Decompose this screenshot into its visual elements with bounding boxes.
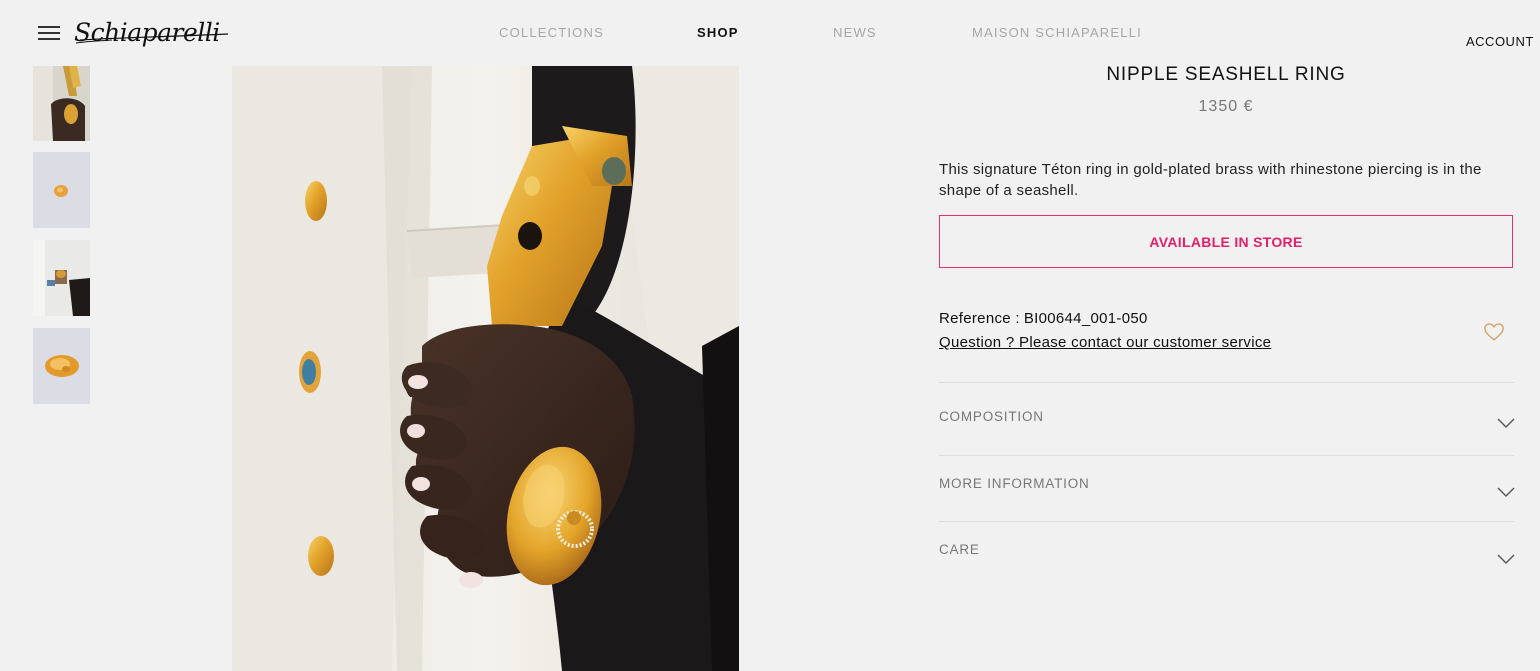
accordion-label: COMPOSITION: [939, 409, 1044, 424]
thumbnail-2[interactable]: [33, 152, 90, 228]
accordion-more-information[interactable]: MORE INFORMATION: [939, 455, 1515, 521]
account-link[interactable]: ACCOUNT: [1466, 34, 1534, 49]
nav-maison-schiaparelli[interactable]: MAISON SCHIAPARELLI: [972, 25, 1142, 40]
logo-wordmark: Schiaparelli: [74, 18, 220, 47]
accordion-composition[interactable]: COMPOSITION: [939, 382, 1515, 448]
accordion-label: CARE: [939, 542, 980, 557]
chevron-down-icon: [1497, 418, 1515, 428]
thumbnail-4-image: [33, 328, 90, 404]
reference-value: BI00644_001-050: [1023, 310, 1148, 327]
product-description: This signature Téton ring in gold-plated…: [939, 161, 1482, 199]
chevron-down-icon: [1497, 554, 1515, 564]
nav-news[interactable]: NEWS: [833, 25, 877, 40]
thumbnail-4[interactable]: [33, 328, 90, 404]
reference-label: Reference :: [939, 310, 1020, 327]
accordion-care[interactable]: CARE: [939, 521, 1515, 587]
brand-logo[interactable]: Schiaparelli: [70, 10, 232, 54]
main-image-illustration: [232, 66, 739, 671]
product-title: NIPPLE SEASHELL RING: [1106, 64, 1346, 85]
customer-service-link[interactable]: Question ? Please contact our customer s…: [939, 334, 1271, 351]
product-main-image[interactable]: [232, 66, 739, 671]
product-price: 1350 €: [1198, 98, 1254, 115]
thumbnail-2-image: [33, 152, 90, 228]
nav-shop[interactable]: SHOP: [697, 25, 739, 40]
heart-icon[interactable]: [1483, 321, 1505, 343]
product-reference: Reference : BI00644_001-050: [939, 310, 1148, 327]
thumbnail-1[interactable]: [33, 66, 90, 141]
nav-collections[interactable]: COLLECTIONS: [499, 25, 604, 40]
thumbnail-3[interactable]: [33, 240, 90, 316]
hamburger-menu-icon[interactable]: [38, 25, 60, 41]
thumbnail-1-image: [33, 66, 90, 141]
chevron-down-icon: [1497, 487, 1515, 497]
thumbnail-3-image: [33, 240, 90, 316]
available-in-store-button[interactable]: AVAILABLE IN STORE: [939, 215, 1513, 268]
site-header: Schiaparelli COLLECTIONS SHOP NEWS MAISO…: [0, 0, 1540, 66]
accordion-label: MORE INFORMATION: [939, 476, 1090, 491]
